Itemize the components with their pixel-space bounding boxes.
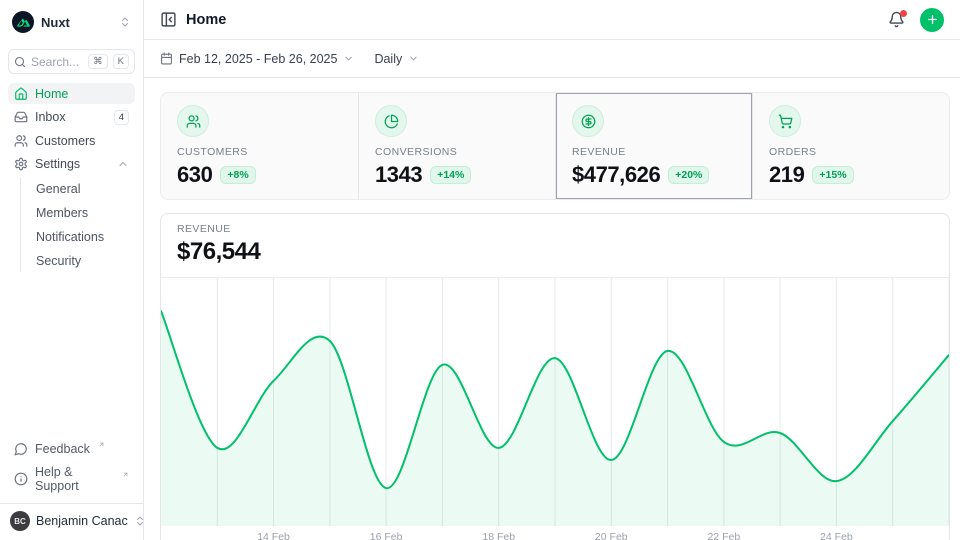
notifications-button[interactable] [888, 11, 905, 28]
stat-label: CONVERSIONS [375, 146, 539, 158]
user-name: Benjamin Canac [36, 514, 128, 528]
add-button[interactable] [920, 8, 944, 32]
sidebar-item-label: Inbox [35, 110, 66, 124]
sidebar-item-label: Settings [35, 157, 80, 171]
chart-total-value: $76,544 [177, 238, 933, 266]
chevron-down-icon [408, 53, 419, 64]
sidebar: Nuxt Search... ⌘ K Home [0, 0, 144, 540]
avatar: BC [10, 511, 30, 531]
users-icon [14, 134, 28, 148]
stat-card-revenue[interactable]: REVENUE $477,626 +20% [555, 93, 752, 199]
kbd-meta: ⌘ [88, 54, 108, 69]
chart-x-axis: 14 Feb 16 Feb 18 Feb 20 Feb 22 Feb 24 Feb [161, 526, 949, 540]
feedback-link[interactable]: Feedback [8, 438, 135, 459]
stat-card-customers[interactable]: CUSTOMERS 630 +8% [161, 93, 358, 199]
x-tick-label: 16 Feb [370, 531, 403, 540]
message-bubble-icon [14, 442, 28, 456]
inbox-count-badge: 4 [114, 110, 129, 125]
stat-delta-badge: +20% [668, 166, 709, 184]
x-tick-label: 24 Feb [820, 531, 853, 540]
stat-card-conversions[interactable]: CONVERSIONS 1343 +14% [358, 93, 555, 199]
sidebar-nav: Home Inbox 4 Customers Settings [8, 83, 135, 272]
sidebar-item-label: Home [35, 87, 68, 101]
sidebar-item-security[interactable]: Security [36, 250, 135, 272]
stats-group: CUSTOMERS 630 +8% CONVERSIONS 1343 +14% [160, 92, 950, 200]
search-input[interactable]: Search... ⌘ K [8, 49, 135, 74]
workspace-name: Nuxt [41, 15, 112, 30]
external-link-icon [122, 471, 129, 478]
sidebar-item-customers[interactable]: Customers [8, 130, 135, 151]
x-tick-label: 18 Feb [482, 531, 515, 540]
revenue-chart-card: REVENUE $76,544 14 Feb 16 Feb 18 Feb 20 Feb… [160, 213, 950, 540]
user-section: BC Benjamin Canac [0, 503, 143, 536]
inbox-icon [14, 110, 28, 124]
sidebar-item-settings[interactable]: Settings [8, 153, 135, 174]
stat-delta-badge: +15% [812, 166, 853, 184]
info-circle-icon [14, 472, 28, 486]
workspace-switcher[interactable]: Nuxt [8, 8, 135, 36]
stat-label: CUSTOMERS [177, 146, 342, 158]
external-link-icon [98, 441, 105, 448]
shopping-cart-icon [769, 105, 801, 137]
panel-left-close-icon [160, 11, 177, 28]
help-support-label: Help & Support [35, 465, 114, 493]
sidebar-item-home[interactable]: Home [8, 83, 135, 104]
notification-dot [900, 10, 907, 17]
collapse-sidebar-button[interactable] [160, 11, 177, 28]
search-icon [14, 56, 26, 68]
search-placeholder: Search... [31, 55, 83, 69]
x-tick-label: 20 Feb [595, 531, 628, 540]
sidebar-item-label: Customers [35, 134, 95, 148]
app-window: Nuxt Search... ⌘ K Home [0, 0, 960, 540]
kbd-k: K [113, 54, 129, 69]
period-select[interactable]: Daily [374, 52, 419, 66]
users-icon [177, 105, 209, 137]
filter-toolbar: Feb 12, 2025 - Feb 26, 2025 Daily [144, 40, 960, 78]
main-area: Home Feb 12, 2025 - Feb 26, 2025 Daily [144, 0, 960, 540]
stat-value: 219 [769, 162, 804, 187]
gear-icon [14, 157, 28, 171]
dashboard-content: CUSTOMERS 630 +8% CONVERSIONS 1343 +14% [144, 78, 960, 540]
revenue-area-chart[interactable] [161, 278, 949, 526]
top-bar: Home [144, 0, 960, 40]
home-icon [14, 87, 28, 101]
sidebar-item-members[interactable]: Members [36, 202, 135, 224]
chevron-up-icon [117, 158, 129, 170]
stat-card-orders[interactable]: ORDERS 219 +15% [752, 93, 949, 199]
date-range-label: Feb 12, 2025 - Feb 26, 2025 [179, 52, 337, 66]
chart-title: REVENUE [177, 223, 933, 235]
period-label: Daily [374, 52, 402, 66]
stat-delta-badge: +14% [430, 166, 471, 184]
feedback-label: Feedback [35, 442, 90, 456]
dollar-circle-icon [572, 105, 604, 137]
x-tick-label: 22 Feb [707, 531, 740, 540]
sidebar-item-inbox[interactable]: Inbox 4 [8, 106, 135, 128]
sidebar-item-general[interactable]: General [36, 178, 135, 200]
user-menu-button[interactable]: BC Benjamin Canac [10, 511, 133, 531]
pie-chart-icon [375, 105, 407, 137]
stat-value: 630 [177, 162, 212, 187]
date-range-picker[interactable]: Feb 12, 2025 - Feb 26, 2025 [160, 52, 354, 66]
stat-value: 1343 [375, 162, 422, 187]
sidebar-footer: Feedback Help & Support [8, 438, 135, 496]
chart-header: REVENUE $76,544 [161, 214, 949, 278]
settings-submenu: General Members Notifications Security [20, 178, 135, 272]
chevrons-up-down-icon [119, 16, 131, 28]
x-tick-label: 14 Feb [257, 531, 290, 540]
stat-label: REVENUE [572, 146, 736, 158]
chevron-down-icon [343, 53, 354, 64]
stat-delta-badge: +8% [220, 166, 255, 184]
calendar-icon [160, 52, 173, 65]
nuxt-logo-icon [12, 11, 34, 33]
plus-icon [926, 13, 939, 26]
stat-value: $477,626 [572, 162, 660, 187]
stat-label: ORDERS [769, 146, 933, 158]
sidebar-item-notifications[interactable]: Notifications [36, 226, 135, 248]
help-support-link[interactable]: Help & Support [8, 461, 135, 496]
page-title: Home [186, 12, 879, 28]
